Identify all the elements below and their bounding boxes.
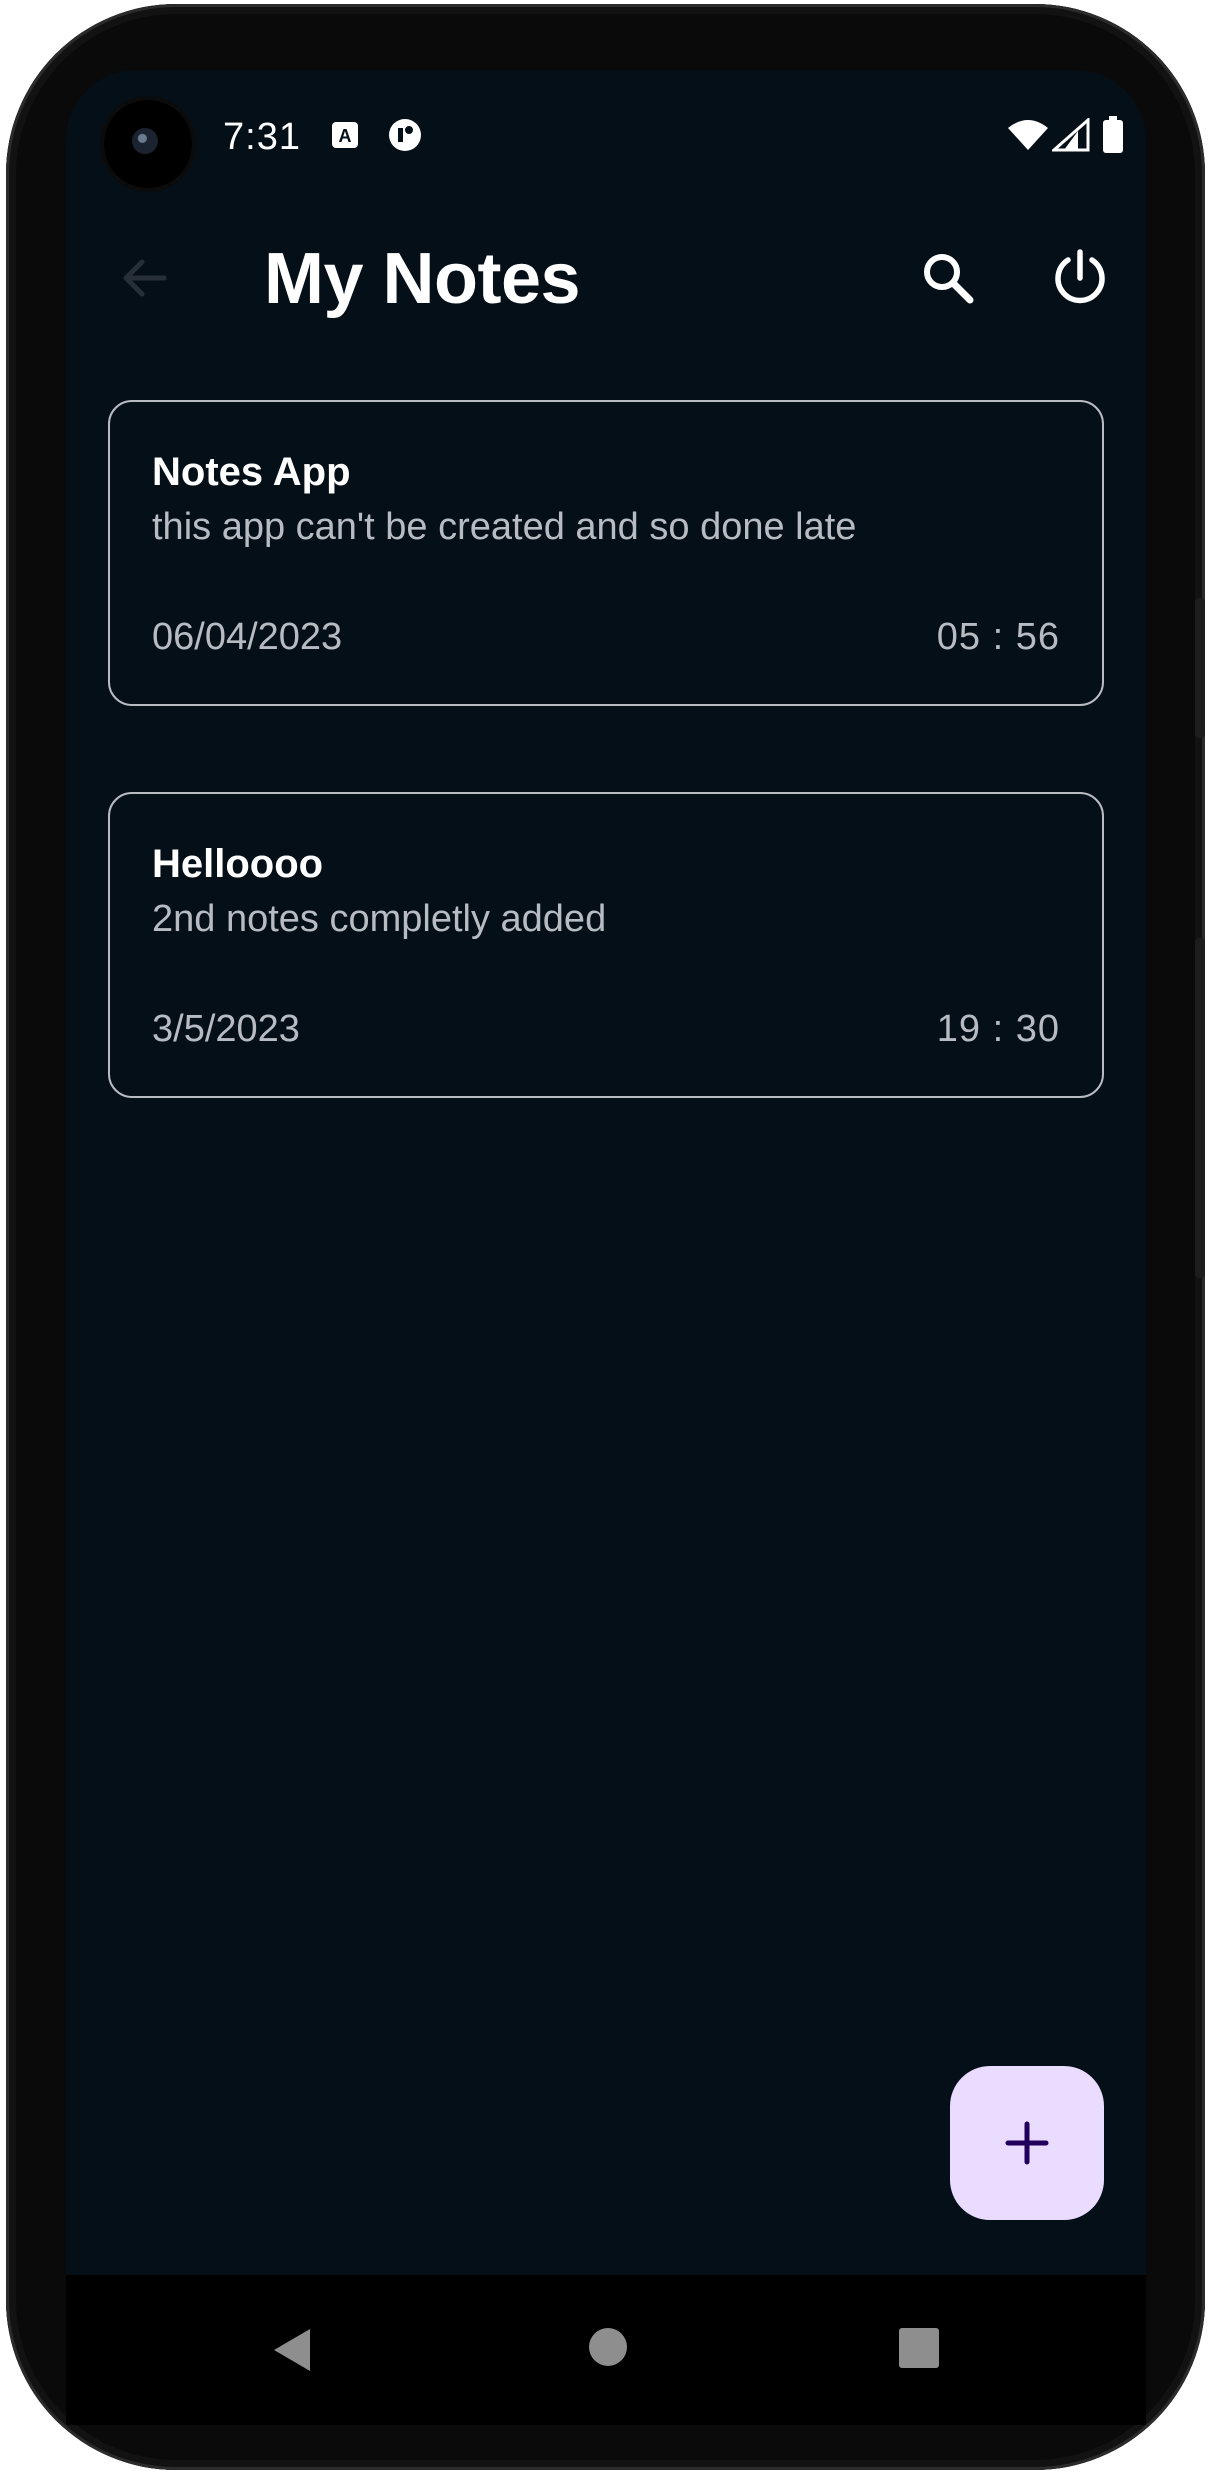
nav-back-button[interactable] bbox=[272, 2327, 312, 2378]
search-button[interactable] bbox=[918, 248, 978, 308]
note-title: Notes App bbox=[152, 450, 351, 494]
data-saver-icon bbox=[386, 116, 424, 159]
volume-button bbox=[1195, 598, 1205, 738]
add-note-button[interactable] bbox=[950, 2066, 1104, 2220]
note-body: 2nd notes completly added bbox=[152, 898, 607, 940]
page-title: My Notes bbox=[264, 239, 581, 319]
system-nav-bar bbox=[66, 2275, 1146, 2425]
signal-icon bbox=[1050, 116, 1090, 157]
note-title: Helloooo bbox=[152, 842, 324, 886]
a-notification-icon: A bbox=[330, 120, 360, 155]
phone-frame: 7:31 A My Notes Notes App this app can't… bbox=[6, 4, 1205, 2470]
logout-button[interactable] bbox=[1048, 246, 1112, 310]
note-time: 19 : 30 bbox=[936, 1008, 1060, 1050]
status-time: 7:31 bbox=[223, 116, 301, 158]
svg-text:A: A bbox=[339, 126, 352, 146]
app-screen: 7:31 A My Notes Notes App this app can't… bbox=[66, 70, 1146, 2275]
plus-icon bbox=[1005, 2121, 1049, 2165]
power-icon bbox=[1055, 249, 1105, 304]
arrow-left-icon bbox=[123, 259, 167, 297]
front-camera bbox=[104, 100, 192, 188]
battery-icon bbox=[1102, 116, 1124, 159]
note-date: 3/5/2023 bbox=[152, 1008, 300, 1050]
search-icon bbox=[924, 254, 974, 304]
power-side-button bbox=[1195, 938, 1205, 1278]
wifi-icon bbox=[1006, 118, 1050, 157]
note-card[interactable]: Notes App this app can't be created and … bbox=[108, 400, 1104, 706]
camera-icon bbox=[132, 128, 158, 154]
note-date: 06/04/2023 bbox=[152, 616, 343, 658]
nav-recents-button[interactable] bbox=[898, 2327, 940, 2374]
nav-home-button[interactable] bbox=[588, 2327, 628, 2372]
note-card[interactable]: Helloooo 2nd notes completly added 3/5/2… bbox=[108, 792, 1104, 1098]
nav-home-icon bbox=[589, 2328, 627, 2366]
note-body: this app can't be created and so done la… bbox=[152, 506, 857, 548]
back-button[interactable] bbox=[114, 248, 174, 308]
note-time: 05 : 56 bbox=[936, 616, 1060, 658]
nav-recents-icon bbox=[899, 2328, 939, 2368]
nav-back-icon bbox=[274, 2329, 310, 2371]
